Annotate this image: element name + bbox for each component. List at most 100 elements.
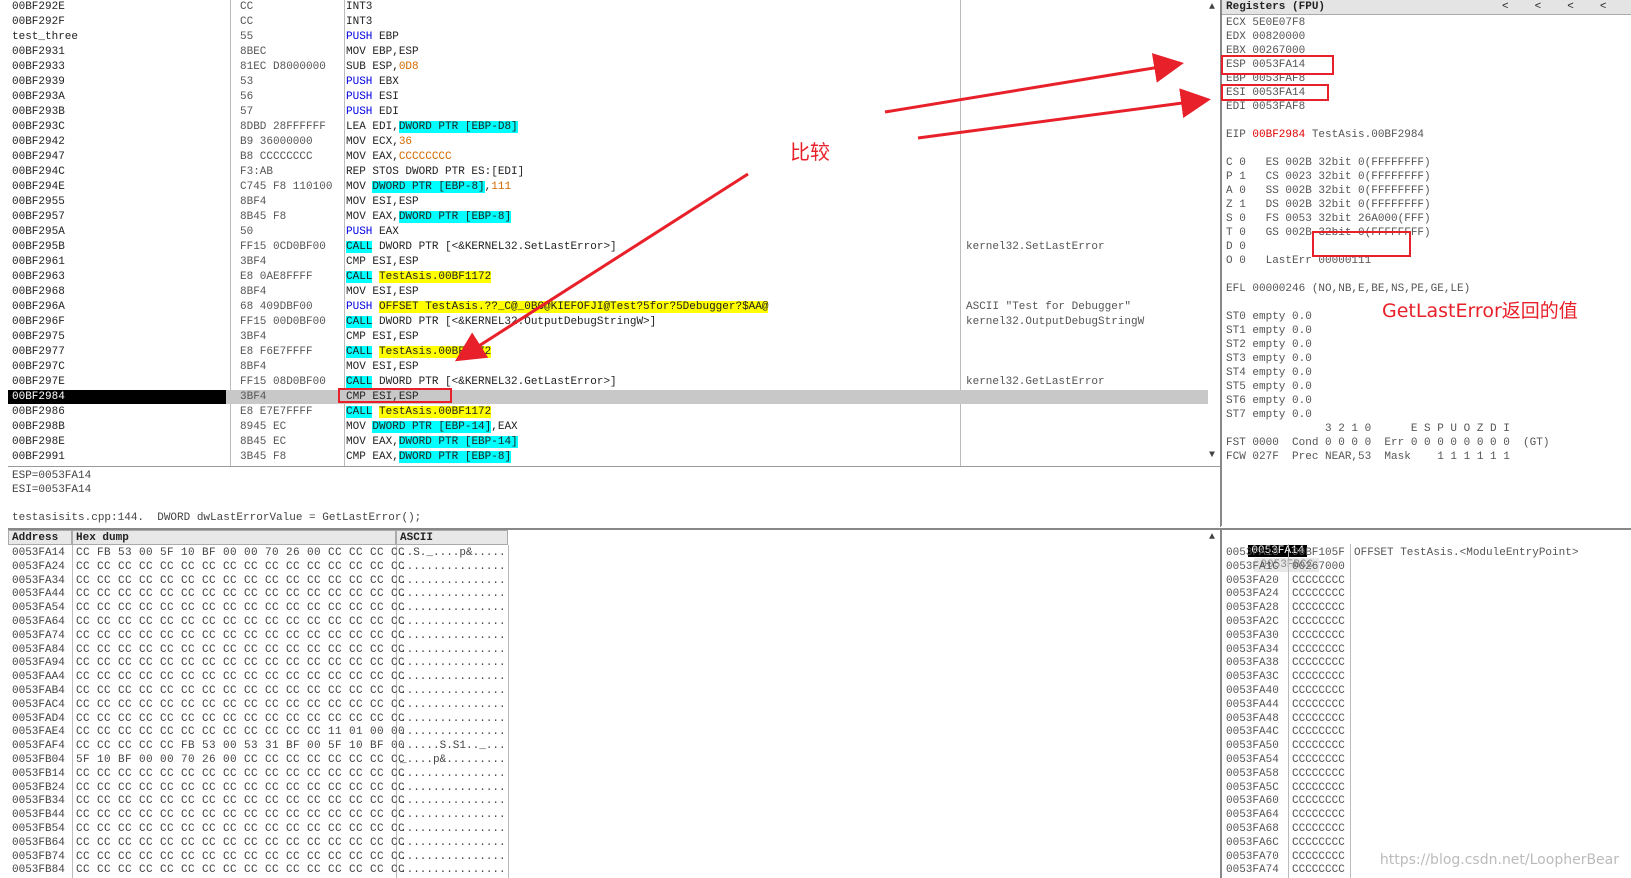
stack-address[interactable]: 0053FA68 xyxy=(1226,823,1279,837)
nav-arrow-icon[interactable]: < xyxy=(1600,1,1607,13)
stack-value[interactable]: CCCCCCCC xyxy=(1292,809,1345,823)
dump-address[interactable]: 0053FA94 xyxy=(12,657,65,671)
stack-address[interactable]: 0053FA2C xyxy=(1226,616,1279,630)
register-line[interactable]: S 0 FS 0053 32bit 26A000(FFF) xyxy=(1226,212,1431,226)
dump-hex[interactable]: CC CC CC CC CC CC CC CC CC CC CC CC CC C… xyxy=(76,575,405,589)
dump-hex[interactable]: CC CC CC CC CC CC CC CC CC CC CC CC CC C… xyxy=(76,685,405,699)
dump-address[interactable]: 0053FAA4 xyxy=(12,671,65,685)
disasm-row[interactable]: 00BF2961 3BF4 CMP ESI,ESP xyxy=(8,255,1208,269)
register-line[interactable]: ST2 empty 0.0 xyxy=(1226,338,1312,352)
stack-address[interactable]: 0053FA60 xyxy=(1226,795,1279,809)
stack-address[interactable]: 0053FA1C xyxy=(1226,561,1279,575)
register-line[interactable]: ST4 empty 0.0 xyxy=(1226,366,1312,380)
disasm-row[interactable]: 00BF2957 8B45 F8 MOV EAX,DWORD PTR [EBP-8] xyxy=(8,210,1208,224)
dump-col-hex[interactable]: Hex dump xyxy=(72,530,396,545)
dump-col-ascii[interactable]: ASCII xyxy=(396,530,508,545)
dump-hex[interactable]: CC CC CC CC CC CC CC CC CC CC CC CC CC C… xyxy=(76,588,405,602)
dump-address[interactable]: 0053FB14 xyxy=(12,768,65,782)
dump-address[interactable]: 0053FB44 xyxy=(12,809,65,823)
stack-address[interactable]: 0053FA64 xyxy=(1226,809,1279,823)
stack-value[interactable]: CCCCCCCC xyxy=(1292,602,1345,616)
nav-arrow-icon[interactable]: < xyxy=(1502,1,1509,13)
disasm-row[interactable]: 00BF293C 8DBD 28FFFFFF LEA EDI,DWORD PTR [… xyxy=(8,120,1208,134)
dump-ascii[interactable]: ................ xyxy=(400,561,506,575)
stack-address[interactable]: 0053FA44 xyxy=(1226,699,1279,713)
register-line[interactable]: ST7 empty 0.0 xyxy=(1226,408,1312,422)
dump-ascii[interactable]: ..S._....p&..... xyxy=(400,547,506,561)
scroll-up-icon[interactable]: ▲ xyxy=(1206,2,1218,14)
nav-arrow-icon[interactable]: < xyxy=(1535,1,1542,13)
dump-address[interactable]: 0053FA24 xyxy=(12,561,65,575)
disasm-row[interactable]: 00BF2984 3BF4 CMP ESI,ESP xyxy=(8,390,1208,404)
disasm-row[interactable]: 00BF2977 E8 F6E7FFFF CALL TestAsis.00BF117… xyxy=(8,345,1208,359)
dump-hex[interactable]: CC CC CC CC CC CC CC CC CC CC CC CC CC C… xyxy=(76,782,405,796)
dump-ascii[interactable]: ................ xyxy=(400,823,506,837)
stack-value[interactable]: CCCCCCCC xyxy=(1292,823,1345,837)
disasm-row[interactable]: 00BF2933 81EC D8000000 SUB ESP,0D8 xyxy=(8,60,1208,74)
dump-address[interactable]: 0053FA84 xyxy=(12,644,65,658)
disasm-row[interactable]: 00BF293A 56 PUSH ESI xyxy=(8,90,1208,104)
stack-address[interactable]: 0053FA3C xyxy=(1226,671,1279,685)
stack-address[interactable]: 0053FA6C xyxy=(1226,837,1279,851)
dump-hex[interactable]: CC CC CC CC CC CC CC CC CC CC CC CC CC C… xyxy=(76,851,405,865)
disasm-row[interactable]: 00BF292F CC INT3 xyxy=(8,15,1208,29)
stack-value[interactable]: CCCCCCCC xyxy=(1292,644,1345,658)
disasm-row[interactable]: 00BF2955 8BF4 MOV ESI,ESP xyxy=(8,195,1208,209)
stack-value[interactable]: CCCCCCCC xyxy=(1292,726,1345,740)
dump-hex[interactable]: CC CC CC CC CC FB 53 00 53 31 BF 00 5F 1… xyxy=(76,740,405,754)
stack-value[interactable]: CCCCCCCC xyxy=(1292,851,1345,865)
disasm-row[interactable]: 00BF2963 E8 0AE8FFFF CALL TestAsis.00BF117… xyxy=(8,270,1208,284)
register-line[interactable]: EDI 0053FAF8 xyxy=(1226,100,1305,114)
scroll-up-icon[interactable]: ▲ xyxy=(1206,532,1218,544)
register-line[interactable]: EDX 00820000 xyxy=(1226,30,1305,44)
disasm-row[interactable]: 00BF294C F3:AB REP STOS DWORD PTR ES:[EDI] xyxy=(8,165,1208,179)
dump-address[interactable]: 0053FB24 xyxy=(12,782,65,796)
stack-value[interactable]: CCCCCCCC xyxy=(1292,671,1345,685)
stack-value[interactable]: CCCCCCCC xyxy=(1292,616,1345,630)
dump-hex[interactable]: CC CC CC CC CC CC CC CC CC CC CC CC 11 0… xyxy=(76,726,405,740)
disasm-row[interactable]: 00BF297E FF15 08D0BF00 CALL DWORD PTR [<&K… xyxy=(8,375,1208,389)
dump-hex[interactable]: CC CC CC CC CC CC CC CC CC CC CC CC CC C… xyxy=(76,630,405,644)
stack-address[interactable]: 0053FA38 xyxy=(1226,657,1279,671)
register-line[interactable]: ST1 empty 0.0 xyxy=(1226,324,1312,338)
register-line[interactable]: 3 2 1 0 E S P U O Z D I xyxy=(1226,422,1510,436)
register-line[interactable]: EBP 0053FAF8 xyxy=(1226,72,1305,86)
disassembly-pane[interactable]: 00BF292E CC INT3 00BF292F CC INT3 test_three 55… xyxy=(8,0,1221,466)
dump-address[interactable]: 0053FA64 xyxy=(12,616,65,630)
disasm-row[interactable]: 00BF2986 E8 E7E7FFFF CALL TestAsis.00BF117… xyxy=(8,405,1208,419)
disasm-row[interactable]: 00BF296F FF15 00D0BF00 CALL DWORD PTR [<&K… xyxy=(8,315,1208,329)
dump-ascii[interactable]: ................ xyxy=(400,851,506,865)
dump-address[interactable]: 0053FAE4 xyxy=(12,726,65,740)
dump-hex[interactable]: CC CC CC CC CC CC CC CC CC CC CC CC CC C… xyxy=(76,795,405,809)
stack-address[interactable]: 0053FA18 xyxy=(1226,547,1279,561)
stack-address[interactable]: 0053FA40 xyxy=(1226,685,1279,699)
register-line[interactable]: FST 0000 Cond 0 0 0 0 Err 0 0 0 0 0 0 0 … xyxy=(1226,436,1549,450)
dump-address[interactable]: 0053FAD4 xyxy=(12,713,65,727)
disasm-row[interactable]: 00BF2968 8BF4 MOV ESI,ESP xyxy=(8,285,1208,299)
disasm-row[interactable]: test_three 55 PUSH EBP xyxy=(8,30,1208,44)
dump-hex[interactable]: CC CC CC CC CC CC CC CC CC CC CC CC CC C… xyxy=(76,602,405,616)
dump-hex[interactable]: CC CC CC CC CC CC CC CC CC CC CC CC CC C… xyxy=(76,768,405,782)
scroll-down-icon[interactable]: ▼ xyxy=(1206,450,1218,462)
memory-dump-pane[interactable]: Address Hex dump ASCII 0053FA14 CC FB 53 … xyxy=(8,528,1221,878)
registers-pane[interactable]: Registers (FPU) < < < < ECX 5E0E07F8 EDX 008… xyxy=(1221,0,1631,526)
stack-address[interactable]: 0053FA30 xyxy=(1226,630,1279,644)
dump-ascii[interactable]: ................ xyxy=(400,768,506,782)
disasm-row[interactable]: 00BF295B FF15 0CD0BF00 CALL DWORD PTR [<&K… xyxy=(8,240,1208,254)
dump-ascii[interactable]: ................ xyxy=(400,671,506,685)
stack-value[interactable]: CCCCCCCC xyxy=(1292,685,1345,699)
register-line[interactable]: T 0 GS 002B 32bit 0(FFFFFFFF) xyxy=(1226,226,1431,240)
dump-ascii[interactable]: ................ xyxy=(400,644,506,658)
dump-address[interactable]: 0053FAF4 xyxy=(12,740,65,754)
stack-address[interactable]: 0053FA4C xyxy=(1226,726,1279,740)
dump-col-address[interactable]: Address xyxy=(8,530,72,545)
stack-address[interactable]: 0053FA50 xyxy=(1226,740,1279,754)
stack-address[interactable]: 0053FA58 xyxy=(1226,768,1279,782)
dump-ascii[interactable]: ................ xyxy=(400,602,506,616)
register-line[interactable]: A 0 SS 002B 32bit 0(FFFFFFFF) xyxy=(1226,184,1431,198)
stack-value[interactable]: CCCCCCCC xyxy=(1292,740,1345,754)
stack-value[interactable]: CCCCCCCC xyxy=(1292,657,1345,671)
disasm-row[interactable]: 00BF2942 B9 36000000 MOV ECX,36 xyxy=(8,135,1208,149)
dump-ascii[interactable]: ................ xyxy=(400,657,506,671)
dump-address[interactable]: 0053FA44 xyxy=(12,588,65,602)
